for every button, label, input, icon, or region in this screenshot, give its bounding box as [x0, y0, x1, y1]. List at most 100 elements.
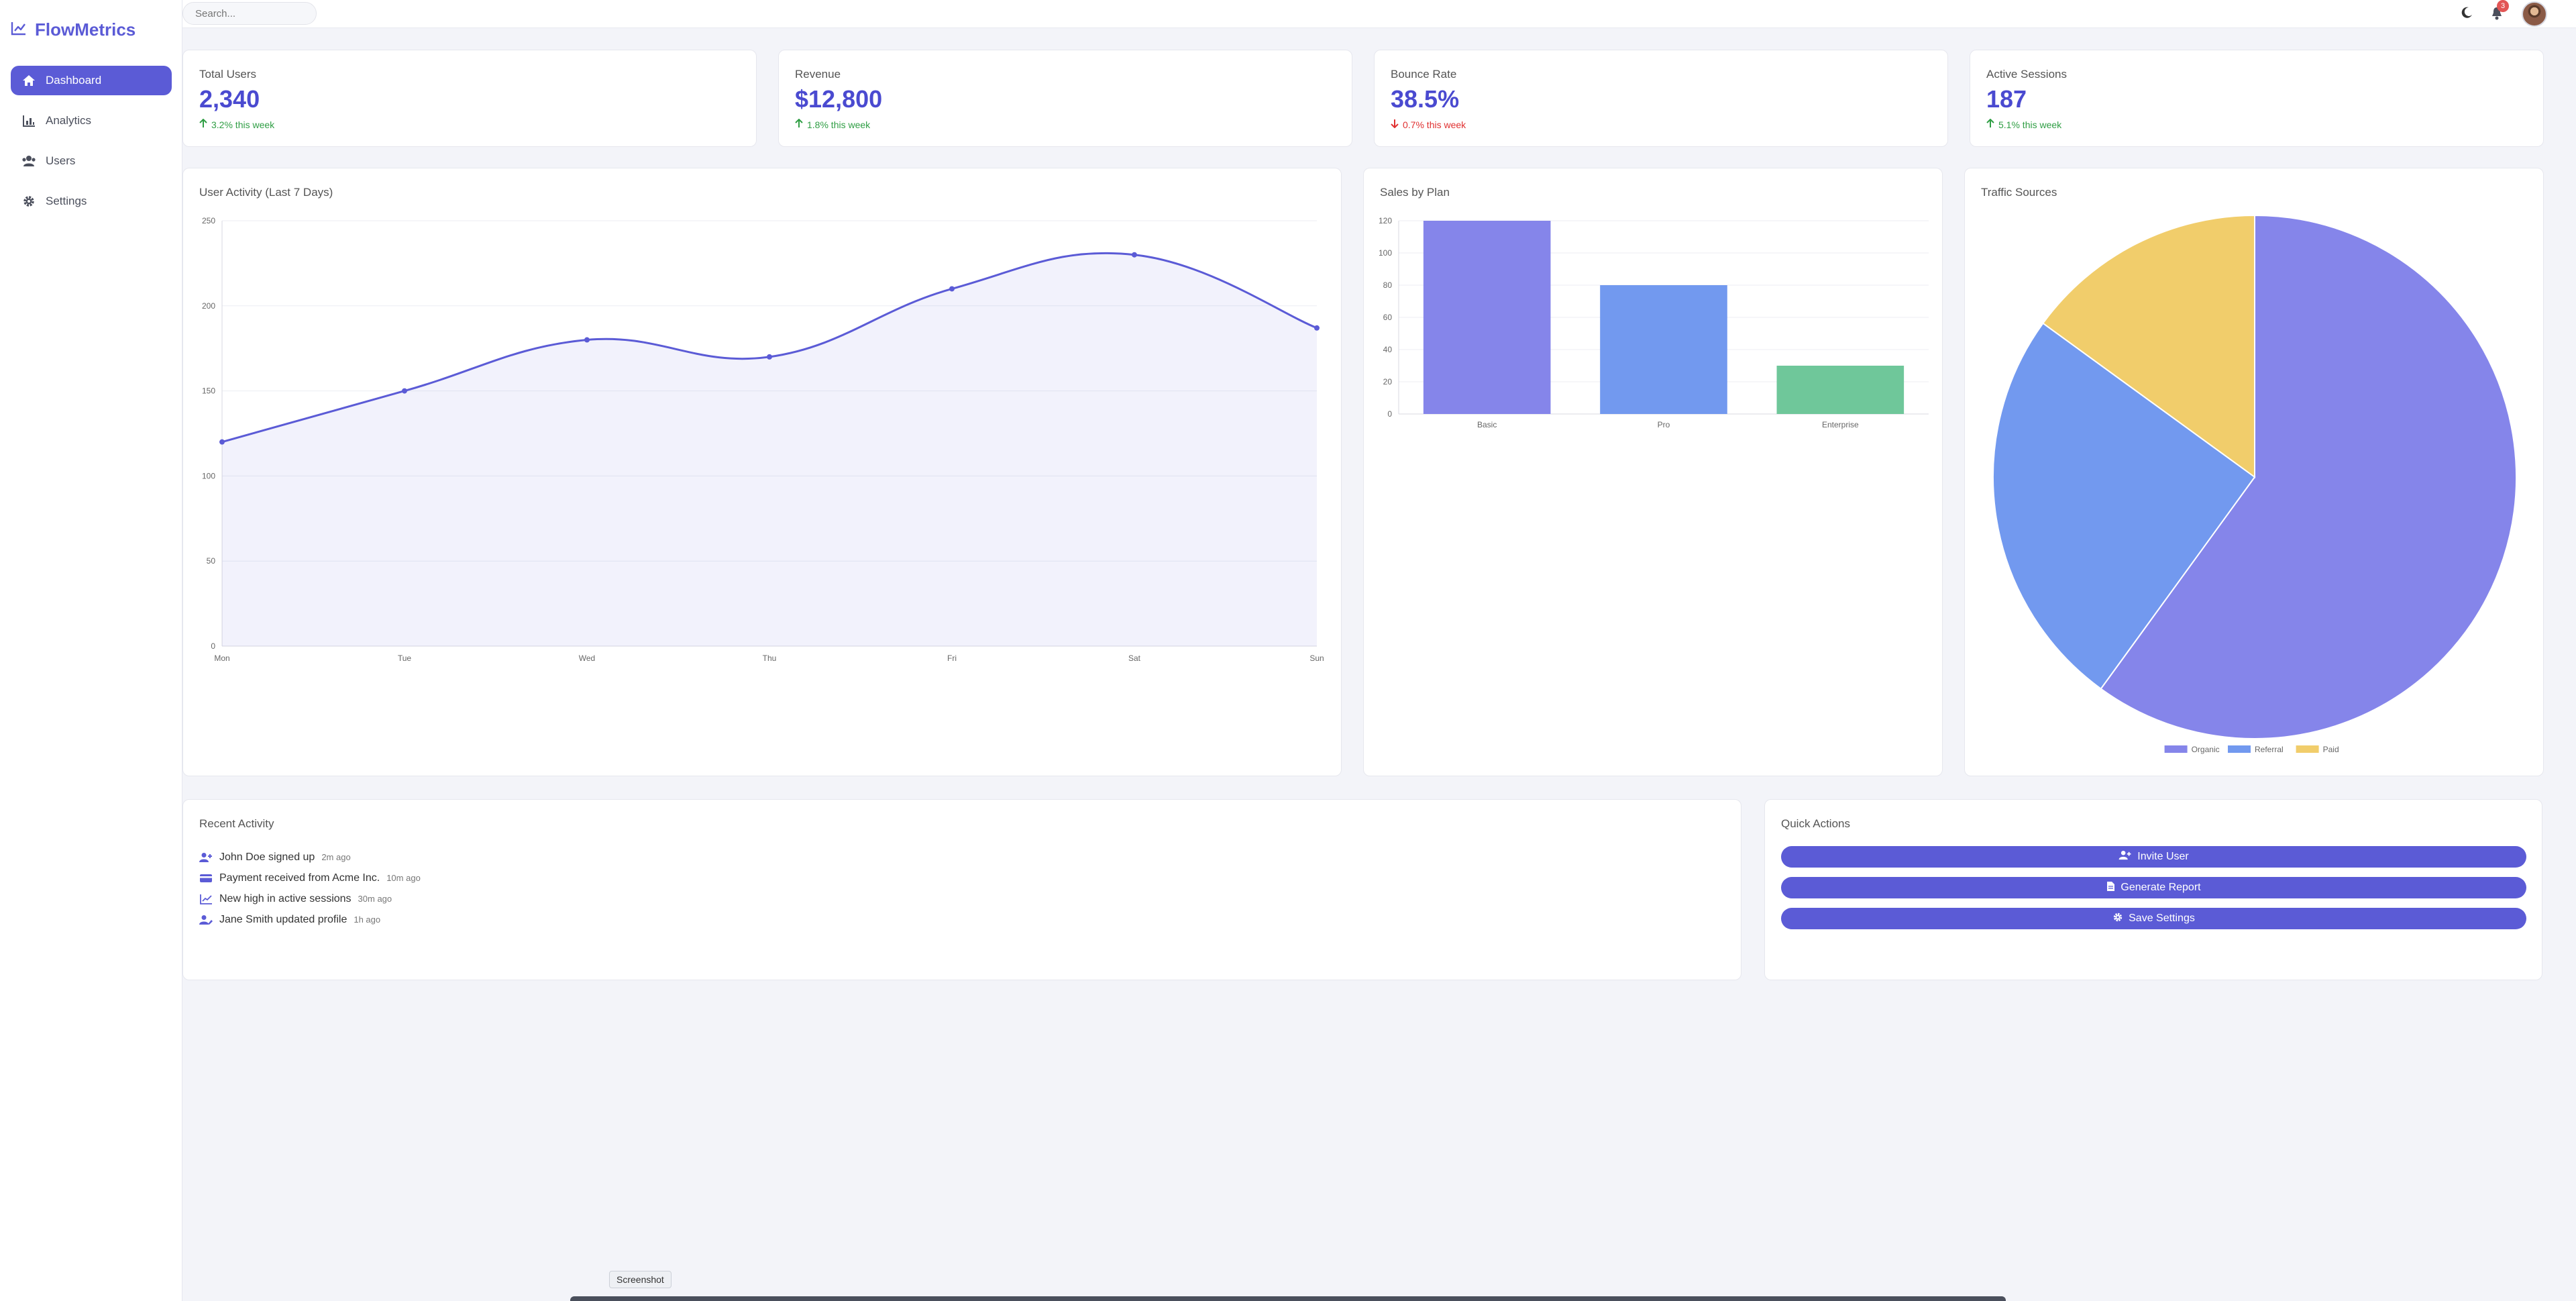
x-tick-label: Thu	[763, 654, 777, 663]
top-bar-actions: 3	[2460, 0, 2547, 28]
screenshot-tooltip: Screenshot	[609, 1271, 672, 1288]
moon-icon[interactable]	[2460, 6, 2473, 23]
activity-text: New high in active sessions	[219, 892, 352, 904]
data-point	[402, 388, 407, 394]
sidebar-item-label: Dashboard	[46, 74, 102, 87]
sales-by-plan-card: Sales by Plan 0 20 40 60 80 100 120 Basic Pro Ent…	[1363, 168, 1943, 776]
activity-text: Payment received from Acme Inc.	[219, 872, 380, 884]
list-item: John Doe signed up 2m ago	[199, 847, 421, 868]
activity-time: 10m ago	[386, 873, 421, 883]
stat-value: 2,340	[199, 85, 260, 113]
sidebar-item-analytics[interactable]: Analytics	[11, 106, 172, 136]
activity-text: Jane Smith updated profile	[219, 913, 347, 925]
quick-actions-card: Quick Actions Invite User Generate Repor…	[1764, 799, 2542, 980]
credit-card-icon	[199, 873, 213, 884]
stat-label: Bounce Rate	[1391, 68, 1457, 81]
sidebar-item-users[interactable]: Users	[11, 146, 172, 176]
card-title: Quick Actions	[1781, 817, 1850, 830]
data-point	[584, 337, 590, 343]
sidebar-item-dashboard[interactable]: Dashboard	[11, 66, 172, 95]
sales-by-plan-chart: 0 20 40 60 80 100 120 Basic Pro Enterprise	[1379, 216, 1929, 429]
button-label: Invite User	[2137, 851, 2189, 862]
data-point	[949, 286, 955, 292]
data-point	[219, 439, 225, 445]
stat-change-text: 0.7% this week	[1403, 119, 1466, 130]
sidebar-item-label: Settings	[46, 195, 87, 207]
bar	[1423, 221, 1551, 414]
user-activity-card: User Activity (Last 7 Days) 0 50 100 150 200…	[182, 168, 1342, 776]
sidebar-item-settings[interactable]: Settings	[11, 187, 172, 216]
top-bar: 3	[182, 0, 2576, 28]
y-tick-label: 20	[1383, 377, 1393, 386]
y-tick-label: 0	[211, 641, 215, 651]
x-tick-label: Wed	[579, 654, 595, 663]
gear-icon	[2112, 912, 2123, 926]
bar	[1600, 285, 1727, 414]
notifications-button[interactable]: 3	[2489, 0, 2509, 23]
stat-label: Total Users	[199, 68, 257, 81]
user-plus-icon	[2118, 850, 2132, 864]
x-tick-label: Sun	[1309, 654, 1324, 663]
avatar[interactable]	[2522, 1, 2547, 27]
stat-value: $12,800	[795, 85, 883, 113]
stat-change-text: 5.1% this week	[1998, 119, 2062, 130]
bell-icon	[2489, 7, 2504, 23]
sidebar-nav: Dashboard Analytics Users Settings	[11, 66, 172, 227]
users-icon	[21, 155, 36, 167]
sidebar: FlowMetrics Dashboard Analytics Users Se…	[0, 0, 182, 1301]
y-tick-label: 150	[202, 386, 215, 396]
y-tick-label: 60	[1383, 313, 1393, 322]
user-plus-icon	[199, 852, 213, 863]
recent-activity-card: Recent Activity John Doe signed up 2m ag…	[182, 799, 1741, 980]
stat-change: 3.2% this week	[199, 118, 274, 130]
brand-name: FlowMetrics	[35, 19, 136, 40]
activity-text: John Doe signed up	[219, 851, 315, 863]
x-tick-label: Tue	[398, 654, 412, 663]
stat-label: Active Sessions	[1986, 68, 2067, 81]
arrow-up-icon	[1986, 118, 1994, 130]
stat-card-active-sessions: Active Sessions 187 5.1% this week	[1970, 50, 2544, 147]
y-tick-label: 120	[1379, 216, 1392, 225]
x-tick-label: Basic	[1477, 420, 1497, 429]
activity-time: 1h ago	[354, 915, 381, 925]
button-label: Generate Report	[2121, 882, 2201, 893]
stat-change: 0.7% this week	[1391, 119, 1466, 130]
legend-swatch	[2228, 745, 2251, 753]
home-icon	[21, 74, 36, 87]
legend-label: Referral	[2255, 745, 2284, 754]
data-point	[767, 354, 772, 360]
bar	[1776, 366, 1904, 414]
arrow-up-icon	[795, 118, 803, 130]
data-point	[1314, 325, 1320, 331]
y-tick-label: 40	[1383, 345, 1393, 354]
bottom-toolbar	[570, 1296, 2006, 1301]
y-tick-label: 0	[1387, 409, 1392, 419]
save-settings-button[interactable]: Save Settings	[1781, 908, 2526, 929]
arrow-up-icon	[199, 118, 207, 130]
list-item: Jane Smith updated profile 1h ago	[199, 909, 421, 930]
y-tick-label: 80	[1383, 280, 1393, 290]
list-item: New high in active sessions 30m ago	[199, 888, 421, 909]
activity-time: 30m ago	[358, 894, 392, 904]
button-label: Save Settings	[2129, 913, 2195, 924]
generate-report-button[interactable]: Generate Report	[1781, 877, 2526, 898]
y-tick-label: 100	[1379, 248, 1392, 258]
list-item: Payment received from Acme Inc. 10m ago	[199, 868, 421, 888]
x-tick-label: Sat	[1128, 654, 1141, 663]
invite-user-button[interactable]: Invite User	[1781, 846, 2526, 868]
sidebar-item-label: Analytics	[46, 114, 92, 127]
x-tick-label: Fri	[947, 654, 957, 663]
data-point	[1132, 252, 1137, 258]
x-tick-label: Pro	[1658, 420, 1670, 429]
bar-chart-icon	[21, 115, 36, 127]
card-title: Recent Activity	[199, 817, 274, 830]
stat-label: Revenue	[795, 68, 841, 81]
x-tick-label: Mon	[214, 654, 229, 663]
brand-logo[interactable]: FlowMetrics	[11, 19, 136, 40]
y-tick-label: 200	[202, 301, 215, 311]
search-input[interactable]	[182, 2, 317, 25]
stat-card-total-users: Total Users 2,340 3.2% this week	[182, 50, 757, 147]
legend-label: Paid	[2323, 745, 2339, 754]
legend-swatch	[2164, 745, 2188, 753]
stat-change-text: 1.8% this week	[807, 119, 871, 130]
